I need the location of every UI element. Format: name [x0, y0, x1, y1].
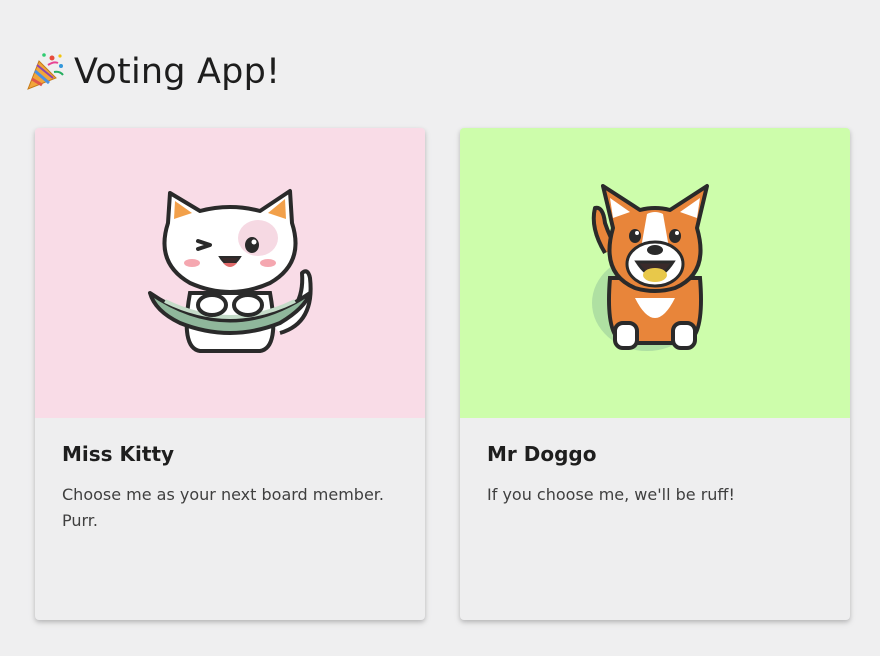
- dog-icon: [591, 184, 709, 351]
- candidate-description: Choose me as your next board member. Pur…: [62, 485, 384, 530]
- candidate-name: Mr Doggo: [487, 442, 597, 466]
- voting-app: Voting App! Miss Kitty Choose me as your…: [0, 0, 880, 656]
- candidate-card-mr-doggo[interactable]: Mr Doggo If you choose me, we'll be ruff…: [460, 128, 850, 620]
- page-header: Voting App!: [24, 50, 280, 94]
- page-title: Voting App!: [74, 52, 281, 92]
- candidate-name: Miss Kitty: [62, 442, 175, 466]
- candidate-description: If you choose me, we'll be ruff!: [487, 485, 735, 504]
- cat-icon: [148, 189, 313, 353]
- card-body: Miss Kitty Choose me as your next board …: [35, 418, 425, 556]
- card-body: Mr Doggo If you choose me, we'll be ruff…: [460, 418, 850, 530]
- candidate-card-miss-kitty[interactable]: Miss Kitty Choose me as your next board …: [35, 128, 425, 620]
- party-popper-icon: [27, 53, 64, 90]
- card-image-area: [35, 128, 425, 418]
- card-image-area: [460, 128, 850, 418]
